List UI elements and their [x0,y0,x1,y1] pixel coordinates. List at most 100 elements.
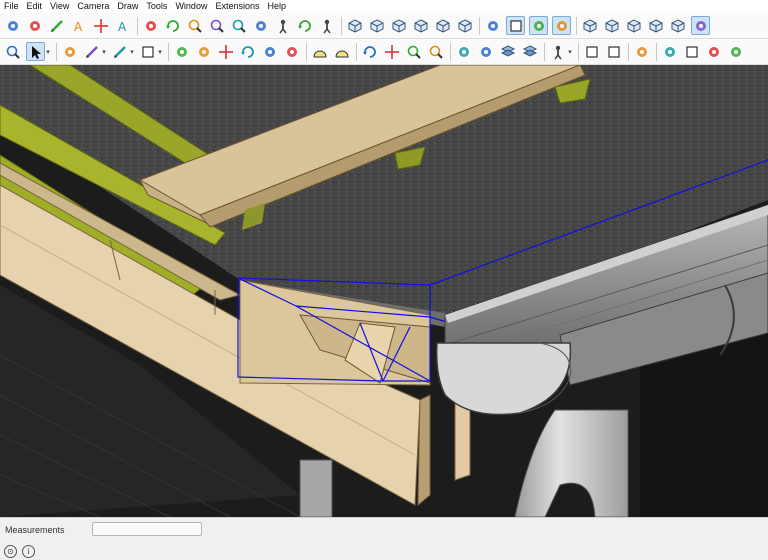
info-icon[interactable]: i [22,545,35,558]
texture-cube-icon [648,18,664,34]
tape-measure-button[interactable] [311,43,329,61]
dropdown-arrow-icon[interactable]: ▾ [129,43,135,61]
protractor-button[interactable] [333,43,351,61]
orbit-tool-button[interactable] [361,43,379,61]
look-around-button[interactable] [296,17,314,35]
extension-warehouse-button[interactable] [477,43,495,61]
geo-location-icon[interactable]: ⊙ [4,545,17,558]
arc-button[interactable] [111,43,129,61]
push-pull-button[interactable] [173,43,191,61]
menu-edit[interactable]: Edit [23,0,47,13]
iso-view-icon [347,18,363,34]
print-button[interactable] [605,43,623,61]
left-view-icon [457,18,473,34]
menu-view[interactable]: View [46,0,73,13]
dropdown-arrow-icon[interactable]: ▾ [567,43,573,61]
gutter-icon [706,44,722,60]
measurements-input[interactable] [92,522,202,536]
more-button[interactable] [691,16,710,35]
model-viewport[interactable] [0,65,768,517]
orbit-button[interactable] [164,17,182,35]
gutter-button[interactable] [705,43,723,61]
solid-icon [626,18,642,34]
dropdown-arrow-icon[interactable]: ▾ [101,43,107,61]
layers-button[interactable] [499,43,517,61]
menu-file[interactable]: File [0,0,23,13]
front-view-button[interactable] [390,17,408,35]
texture-cube-button[interactable] [647,17,665,35]
zoom-button[interactable] [186,17,204,35]
account-button[interactable] [549,43,567,61]
styles-button[interactable] [521,43,539,61]
zoom-tool-button[interactable] [4,43,22,61]
pencil-button[interactable] [83,43,101,61]
move-button[interactable] [217,43,235,61]
walker-button[interactable] [318,17,336,35]
eraser-button[interactable] [61,43,79,61]
group-button[interactable] [603,17,621,35]
position-camera-button[interactable] [252,17,270,35]
text-button[interactable]: A [70,17,88,35]
shaded-button[interactable] [552,16,571,35]
protractor-icon [334,44,350,60]
back-view-button[interactable] [434,17,452,35]
dropdown-arrow-icon[interactable]: ▾ [45,43,51,61]
scale-button[interactable] [261,43,279,61]
zoom-icon [187,18,203,34]
top-view-button[interactable] [368,17,386,35]
toolbar-separator [576,16,577,35]
text-icon: A [71,18,87,34]
solid-button[interactable] [625,17,643,35]
component-button[interactable] [581,17,599,35]
rectangle-button[interactable] [139,43,157,61]
toolbar-separator [656,42,657,61]
left-view-button[interactable] [456,17,474,35]
frame-button[interactable] [683,43,701,61]
offset-icon [284,44,300,60]
more-tools-button[interactable] [727,43,745,61]
x-ray-button[interactable] [484,17,502,35]
zoom-extents-button[interactable] [230,17,248,35]
toolbar-separator [479,16,480,35]
walk-button[interactable] [274,17,292,35]
menu-tools[interactable]: Tools [142,0,171,13]
section-plane-button[interactable] [142,17,160,35]
menu-draw[interactable]: Draw [113,0,142,13]
menu-help[interactable]: Help [263,0,290,13]
iso-view-button[interactable] [346,17,364,35]
paint-bucket-icon [27,18,43,34]
zoom-fit-button[interactable] [427,43,445,61]
orbit-icon [165,18,181,34]
menu-window[interactable]: Window [171,0,211,13]
zoom-in-button[interactable] [405,43,423,61]
rotate-button[interactable] [239,43,257,61]
beam-icon [662,44,678,60]
monochrome-button[interactable] [669,17,687,35]
pan-button[interactable] [383,43,401,61]
beam-button[interactable] [661,43,679,61]
door-button[interactable] [633,43,651,61]
text-3d-button[interactable]: A [114,17,132,35]
pencil-erase-icon [49,18,65,34]
pencil-erase-button[interactable] [48,17,66,35]
zoom-window-button[interactable] [208,17,226,35]
zoom-fit-icon [428,44,444,60]
paint-bucket-button[interactable] [26,17,44,35]
move-icon [218,44,234,60]
menu-extensions[interactable]: Extensions [211,0,263,13]
menu-camera[interactable]: Camera [73,0,113,13]
warehouse-button[interactable] [455,43,473,61]
toolbar-top: AA [0,13,768,39]
follow-me-button[interactable] [195,43,213,61]
wireframe-button[interactable] [506,16,525,35]
hidden-line-button[interactable] [529,16,548,35]
shaded-icon [554,18,570,34]
select-location-button[interactable] [4,17,22,35]
dropdown-arrow-icon[interactable]: ▾ [157,43,163,61]
axes-button[interactable] [92,17,110,35]
offset-button[interactable] [283,43,301,61]
hidden-line-icon [531,18,547,34]
new-file-button[interactable] [583,43,601,61]
select-arrow-button[interactable] [26,42,45,61]
right-view-button[interactable] [412,17,430,35]
